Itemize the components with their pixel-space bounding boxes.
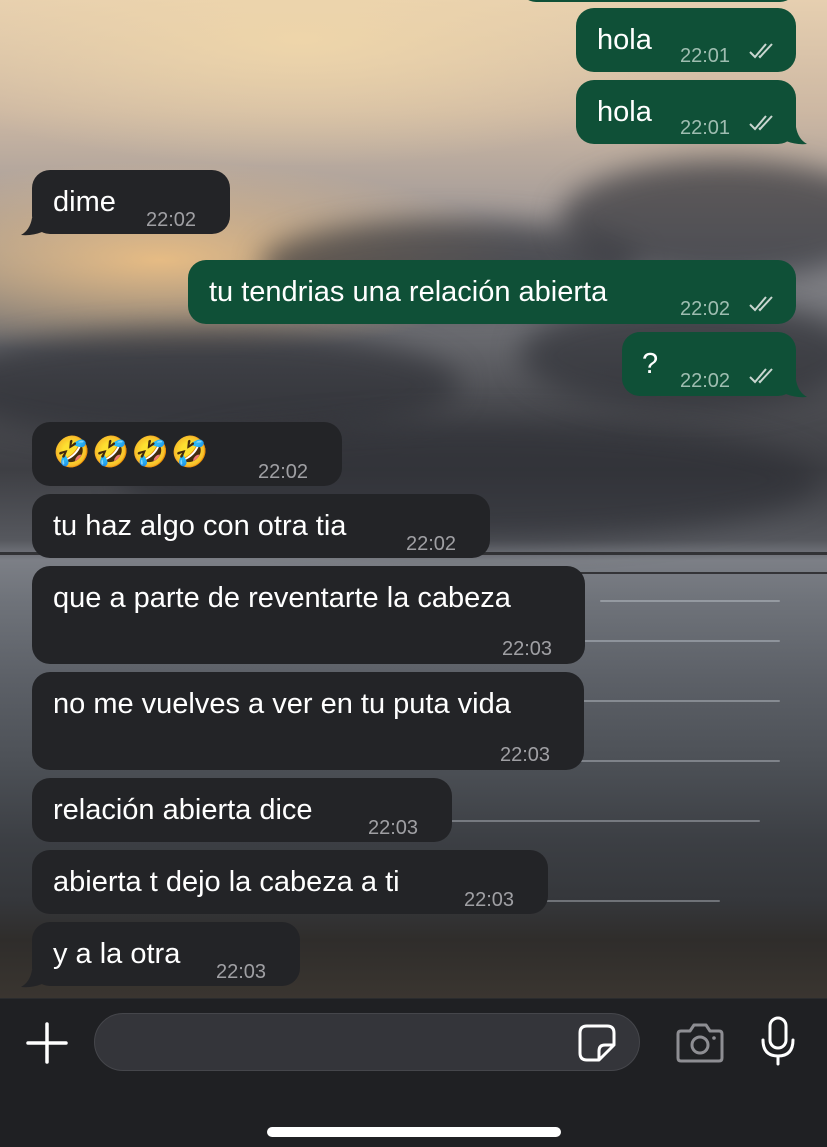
- message-bubble-outgoing[interactable]: hola 22:01: [576, 8, 796, 72]
- message-bubble-outgoing[interactable]: hola 22:01: [576, 80, 796, 144]
- bubble-tail: [786, 380, 807, 398]
- message-text: tu haz algo con otra tia: [53, 510, 347, 542]
- message-time: 22:03: [502, 638, 553, 660]
- message-time: 22:01: [680, 117, 731, 139]
- message-text: relación abierta dice: [53, 794, 313, 826]
- message-text: hola: [597, 24, 652, 56]
- home-indicator[interactable]: [267, 1127, 561, 1137]
- message-text: abierta t dejo la cabeza a ti: [53, 866, 400, 898]
- message-text: 🤣🤣🤣🤣: [53, 436, 211, 469]
- message-bubble-incoming[interactable]: abierta t dejo la cabeza a ti 22:03: [32, 850, 548, 914]
- message-time: 22:01: [680, 45, 731, 67]
- bubble-tail: [786, 127, 807, 145]
- message-bubble-outgoing[interactable]: ? 22:02: [622, 332, 796, 396]
- message-text: y a la otra: [53, 938, 181, 970]
- plus-icon[interactable]: [26, 1022, 68, 1064]
- message-time: 22:02: [258, 461, 309, 483]
- message-time: 22:03: [216, 961, 267, 983]
- message-time: 22:03: [368, 817, 419, 839]
- message-time: 22:03: [464, 889, 515, 911]
- read-receipt-icon: [749, 368, 773, 384]
- message-input[interactable]: [115, 1024, 569, 1062]
- message-text: dime: [53, 186, 116, 218]
- message-bubble-incoming[interactable]: 🤣🤣🤣🤣 22:02: [32, 422, 342, 486]
- message-bubble-incoming[interactable]: y a la otra 22:03: [32, 922, 300, 986]
- message-text: hola: [597, 96, 652, 128]
- message-time: 22:02: [406, 533, 457, 555]
- read-receipt-icon: [749, 115, 773, 131]
- message-bubble-incoming[interactable]: tu haz algo con otra tia 22:02: [32, 494, 490, 558]
- message-input-field[interactable]: [94, 1013, 640, 1071]
- message-bubble-incoming[interactable]: no me vuelves a ver en tu puta vida 22:0…: [32, 672, 584, 770]
- message-time: 22:02: [680, 370, 731, 392]
- read-receipt-icon: [749, 296, 773, 312]
- read-receipt-icon: [749, 43, 773, 59]
- message-text: tu tendrias una relación abierta: [209, 276, 608, 308]
- sticker-icon[interactable]: [577, 1023, 617, 1063]
- message-text: no me vuelves a ver en tu puta vida: [53, 688, 511, 720]
- message-time: 22:02: [680, 298, 731, 320]
- message-time: 22:03: [500, 744, 551, 766]
- message-time: 22:02: [146, 209, 197, 231]
- message-bubble-partial: [520, 0, 796, 2]
- message-text: que a parte de reventarte la cabeza: [53, 582, 511, 614]
- bubble-tail: [21, 218, 42, 236]
- mic-icon[interactable]: [760, 1016, 796, 1066]
- message-text: ?: [642, 348, 659, 380]
- message-bubble-incoming[interactable]: dime 22:02: [32, 170, 230, 234]
- message-bubble-incoming[interactable]: relación abierta dice 22:03: [32, 778, 452, 842]
- camera-icon[interactable]: [676, 1021, 724, 1063]
- message-bubble-incoming[interactable]: que a parte de reventarte la cabeza 22:0…: [32, 566, 585, 664]
- message-bubble-outgoing[interactable]: tu tendrias una relación abierta 22:02: [188, 260, 796, 324]
- bubble-tail: [21, 970, 42, 988]
